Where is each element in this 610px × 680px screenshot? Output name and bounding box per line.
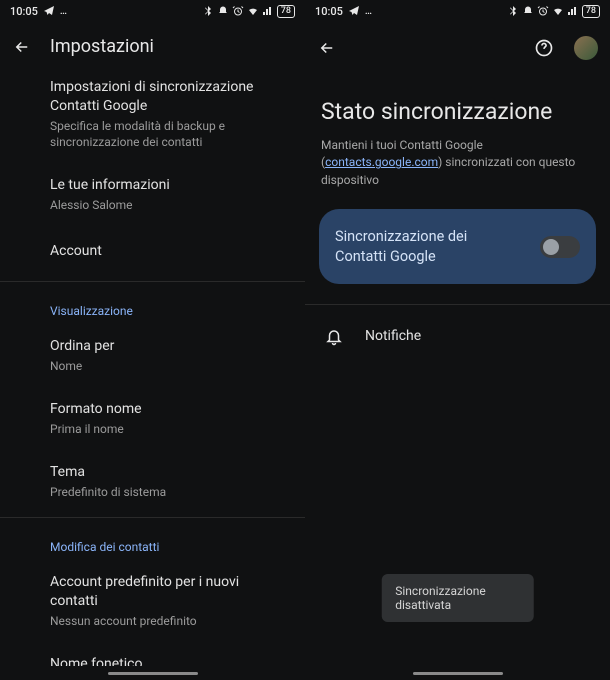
alarm-icon	[232, 5, 244, 17]
settings-screen: 10:05 … 78	[0, 0, 305, 680]
bluetooth-icon	[507, 5, 519, 17]
item-title: Le tue informazioni	[50, 176, 287, 195]
bluetooth-icon	[202, 5, 214, 17]
alarm-icon	[537, 5, 549, 17]
item-title: Account	[50, 242, 287, 261]
page-title: Stato sincronizzazione	[305, 68, 610, 133]
phonetic-name-item[interactable]: Nome fonetico Nascondi se vuoto	[0, 642, 305, 666]
default-account-item[interactable]: Account predefinito per i nuovi contatti…	[0, 560, 305, 642]
sync-status-screen: 10:05 … 78	[305, 0, 610, 680]
mute-icon	[217, 5, 229, 17]
notifications-item[interactable]: Notifiche	[305, 305, 610, 368]
divider	[0, 281, 305, 282]
more-icon: …	[365, 6, 372, 17]
profile-avatar[interactable]	[574, 36, 598, 60]
contacts-link[interactable]: contacts.google.com	[325, 155, 438, 169]
sync-toggle-card[interactable]: Sincronizzazione dei Contatti Google	[319, 209, 596, 284]
item-title: Account predefinito per i nuovi contatti	[50, 573, 287, 611]
section-display: Visualizzazione	[0, 286, 305, 324]
status-time: 10:05	[10, 5, 38, 18]
item-title: Tema	[50, 463, 287, 482]
more-icon: …	[60, 6, 67, 17]
sync-toggle[interactable]	[540, 236, 580, 258]
page-description: Mantieni i tuoi Contatti Google (contact…	[305, 133, 610, 209]
back-button[interactable]	[317, 38, 337, 58]
bell-icon	[325, 328, 343, 346]
notif-label: Notifiche	[365, 327, 421, 346]
item-subtitle: Alessio Salome	[50, 197, 287, 213]
battery-indicator: 78	[277, 5, 295, 18]
sort-by-item[interactable]: Ordina per Nome	[0, 324, 305, 387]
app-header: Impostazioni	[0, 22, 305, 65]
battery-indicator: 78	[582, 5, 600, 18]
toast-message: Sincronizzazione disattivata	[381, 574, 534, 622]
sync-settings-item[interactable]: Impostazioni di sincronizzazione Contatt…	[0, 65, 305, 163]
item-subtitle: Prima il nome	[50, 421, 287, 437]
section-edit: Modifica dei contatti	[0, 522, 305, 560]
help-button[interactable]	[532, 36, 556, 60]
divider	[0, 517, 305, 518]
nav-bar	[0, 666, 305, 680]
theme-item[interactable]: Tema Predefinito di sistema	[0, 450, 305, 513]
status-time: 10:05	[315, 5, 343, 18]
status-bar: 10:05 … 78	[305, 0, 610, 22]
item-title: Impostazioni di sincronizzazione Contatt…	[50, 78, 287, 116]
your-info-item[interactable]: Le tue informazioni Alessio Salome	[0, 163, 305, 226]
wifi-icon	[247, 5, 259, 17]
telegram-icon	[348, 5, 360, 17]
app-header	[305, 22, 610, 68]
telegram-icon	[43, 5, 55, 17]
back-button[interactable]	[12, 37, 32, 57]
item-title: Formato nome	[50, 400, 287, 419]
nav-bar	[305, 666, 610, 680]
item-subtitle: Predefinito di sistema	[50, 484, 287, 500]
settings-list: Impostazioni di sincronizzazione Contatt…	[0, 65, 305, 666]
sync-card-label: Sincronizzazione dei Contatti Google	[335, 227, 495, 266]
status-bar: 10:05 … 78	[0, 0, 305, 22]
nav-handle[interactable]	[413, 672, 503, 675]
mute-icon	[522, 5, 534, 17]
account-item[interactable]: Account	[0, 226, 305, 277]
name-format-item[interactable]: Formato nome Prima il nome	[0, 387, 305, 450]
wifi-icon	[552, 5, 564, 17]
nav-handle[interactable]	[108, 672, 198, 675]
item-subtitle: Specifica le modalità di backup e sincro…	[50, 118, 287, 150]
item-title: Ordina per	[50, 337, 287, 356]
signal-icon	[567, 5, 579, 17]
item-title: Nome fonetico	[50, 655, 287, 666]
header-title: Impostazioni	[50, 36, 154, 57]
item-subtitle: Nome	[50, 358, 287, 374]
item-subtitle: Nessun account predefinito	[50, 613, 287, 629]
signal-icon	[262, 5, 274, 17]
